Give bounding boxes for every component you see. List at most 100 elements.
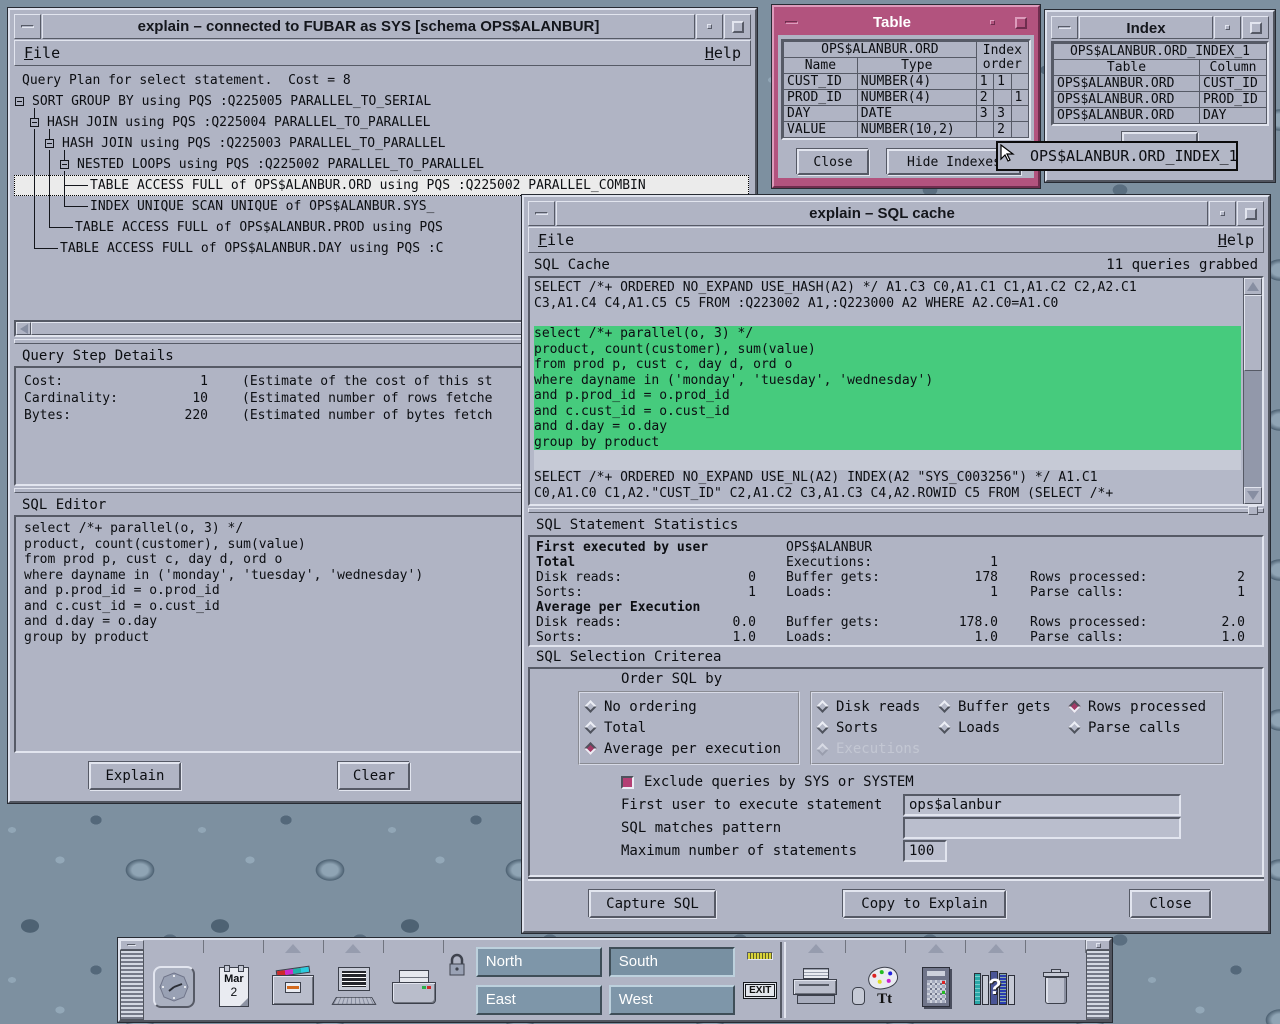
radio-total[interactable]: Total xyxy=(586,717,792,738)
panel-menu-button[interactable] xyxy=(120,940,144,950)
minimize-button[interactable] xyxy=(1209,201,1236,226)
help-launcher[interactable]: ? xyxy=(966,953,1026,1020)
radio-loads[interactable]: Loads xyxy=(940,717,1070,738)
radio-disk-reads[interactable]: Disk reads xyxy=(818,696,940,717)
scrollbar-trough[interactable] xyxy=(1244,371,1262,487)
subpanel-tab-apps[interactable] xyxy=(324,940,384,953)
plan-node-ord[interactable]: TABLE ACCESS FULL of OPS$ALANBUR.ORD usi… xyxy=(90,175,646,196)
calculator-launcher[interactable] xyxy=(906,953,966,1020)
scroll-left-button[interactable] xyxy=(16,322,31,335)
scroll-up-button[interactable] xyxy=(1244,278,1262,295)
expander-icon[interactable] xyxy=(60,160,69,169)
workspace-west[interactable]: West xyxy=(609,985,735,1015)
scrollbar-thumb[interactable] xyxy=(1244,295,1262,371)
subpanel-arrow-icon[interactable] xyxy=(988,944,1004,953)
sql-entry[interactable]: SELECT /*+ ORDERED NO_EXPAND USE_HASH(A2… xyxy=(534,280,1243,311)
table-row[interactable]: VALUENUMBER(10,2) 2 xyxy=(784,122,1029,138)
scroll-down-button[interactable] xyxy=(1244,487,1262,504)
clear-button[interactable]: Clear xyxy=(338,762,410,790)
plan-node-nested[interactable]: NESTED LOOPS using PQS :Q225002 PARALLEL… xyxy=(77,154,484,175)
expander-icon[interactable] xyxy=(45,139,54,148)
menu-help[interactable]: Help xyxy=(1218,231,1254,249)
pane-sash[interactable] xyxy=(528,506,1264,515)
menu-file[interactable]: File xyxy=(24,44,60,62)
table-row[interactable]: PROD_IDNUMBER(4) 21 xyxy=(784,90,1029,106)
mail-launcher[interactable] xyxy=(384,953,444,1020)
radio-average-per-execution[interactable]: Average per execution xyxy=(586,738,792,759)
plan-node-day[interactable]: TABLE ACCESS FULL of OPS$ALANBUR.DAY usi… xyxy=(60,238,444,259)
printer-launcher[interactable] xyxy=(786,953,846,1020)
radio-parse-calls[interactable]: Parse calls xyxy=(1070,717,1216,738)
titlebar[interactable]: explain – SQL cache xyxy=(528,201,1264,226)
plan-node-hash1[interactable]: HASH JOIN using PQS :Q225004 PARALLEL_TO… xyxy=(47,112,431,133)
window-menu-button[interactable] xyxy=(14,14,41,39)
subpanel-arrow-icon[interactable] xyxy=(285,944,301,953)
exclude-sys-checkbox-row[interactable]: Exclude queries by SYS or SYSTEM xyxy=(621,771,1262,793)
style-manager-launcher[interactable]: Tt xyxy=(846,953,906,1020)
minimize-button[interactable] xyxy=(979,11,1006,34)
subpanel-arrow-icon[interactable] xyxy=(808,944,824,953)
subpanel-arrow-icon[interactable] xyxy=(345,944,361,953)
maximize-button[interactable] xyxy=(1007,11,1034,34)
index-row[interactable]: OPS$ALANBUR.ORDDAY xyxy=(1054,108,1267,124)
copy-to-explain-button[interactable]: Copy to Explain xyxy=(843,890,1006,918)
workspace-north[interactable]: North xyxy=(476,947,602,977)
radio-sorts[interactable]: Sorts xyxy=(818,717,940,738)
subpanel-tab-help[interactable] xyxy=(966,940,1026,953)
workspace-east[interactable]: East xyxy=(476,985,602,1015)
sql-entry[interactable]: SELECT /*+ ORDERED NO_EXPAND USE_NL(A2) … xyxy=(534,470,1243,501)
subpanel-arrow-icon[interactable] xyxy=(928,944,944,953)
workspace-south[interactable]: South xyxy=(609,947,735,977)
checkbox-checked-icon[interactable] xyxy=(621,776,634,789)
capture-sql-button[interactable]: Capture SQL xyxy=(589,890,716,918)
file-manager-launcher[interactable] xyxy=(264,953,324,1020)
vertical-scrollbar[interactable] xyxy=(1243,278,1262,504)
titlebar[interactable]: explain – connected to FUBAR as SYS [sch… xyxy=(14,14,751,39)
radio-rows-processed[interactable]: Rows processed xyxy=(1070,696,1216,717)
maximize-button[interactable] xyxy=(724,14,751,39)
menu-file[interactable]: File xyxy=(538,231,574,249)
calendar-launcher[interactable]: Mar 2 xyxy=(204,953,264,1020)
minimize-button[interactable] xyxy=(696,14,723,39)
panel-menu-button[interactable] xyxy=(1086,940,1110,950)
expander-icon[interactable] xyxy=(30,118,39,127)
plan-node-sort[interactable]: SORT GROUP BY using PQS :Q225005 PARALLE… xyxy=(32,91,431,112)
close-button[interactable]: Close xyxy=(797,149,869,175)
terminal-launcher[interactable] xyxy=(324,953,384,1020)
first-user-input[interactable] xyxy=(903,794,1181,816)
subpanel-tab-files[interactable] xyxy=(264,940,324,953)
radio-buffer-gets[interactable]: Buffer gets xyxy=(940,696,1070,717)
explain-button[interactable]: Explain xyxy=(89,762,181,790)
clock-launcher[interactable] xyxy=(144,953,204,1020)
panel-handle-left[interactable] xyxy=(120,940,144,1020)
sql-pattern-input[interactable] xyxy=(903,817,1181,839)
table-row[interactable]: CUST_IDNUMBER(4) 11 xyxy=(784,74,1029,90)
trash-launcher[interactable] xyxy=(1026,953,1086,1020)
menu-help[interactable]: Help xyxy=(705,44,741,62)
maximize-button[interactable] xyxy=(1242,16,1269,39)
window-menu-button[interactable] xyxy=(528,201,555,226)
subpanel-tab-tools[interactable] xyxy=(906,940,966,953)
index-row[interactable]: OPS$ALANBUR.ORDCUST_ID xyxy=(1054,76,1267,92)
index-row[interactable]: OPS$ALANBUR.ORDPROD_ID xyxy=(1054,92,1267,108)
sash-grip[interactable] xyxy=(1248,506,1258,515)
radio-no-ordering[interactable]: No ordering xyxy=(586,696,792,717)
drag-handle-icon[interactable] xyxy=(1086,950,1110,1020)
titlebar[interactable]: Table xyxy=(778,11,1034,34)
exit-button[interactable]: EXIT xyxy=(743,982,777,999)
plan-node-hash2[interactable]: HASH JOIN using PQS :Q225003 PARALLEL_TO… xyxy=(62,133,446,154)
maximize-button[interactable] xyxy=(1237,201,1264,226)
expander-icon[interactable] xyxy=(15,97,24,106)
minimize-button[interactable] xyxy=(1214,16,1241,39)
lock-area[interactable] xyxy=(444,940,470,1020)
table-row[interactable]: DAYDATE 33 xyxy=(784,106,1029,122)
plan-node-index[interactable]: INDEX UNIQUE SCAN UNIQUE of OPS$ALANBUR.… xyxy=(90,196,434,217)
sql-entry-selected[interactable]: select /*+ parallel(o, 3) */ product, co… xyxy=(534,326,1241,450)
cache-close-button[interactable]: Close xyxy=(1130,890,1211,918)
window-menu-button[interactable] xyxy=(778,11,805,34)
window-menu-button[interactable] xyxy=(1051,16,1078,39)
titlebar[interactable]: Index xyxy=(1051,16,1269,39)
max-statements-input[interactable] xyxy=(903,840,947,862)
panel-handle-right[interactable] xyxy=(1086,940,1110,1020)
subpanel-tab-printers[interactable] xyxy=(786,940,846,953)
